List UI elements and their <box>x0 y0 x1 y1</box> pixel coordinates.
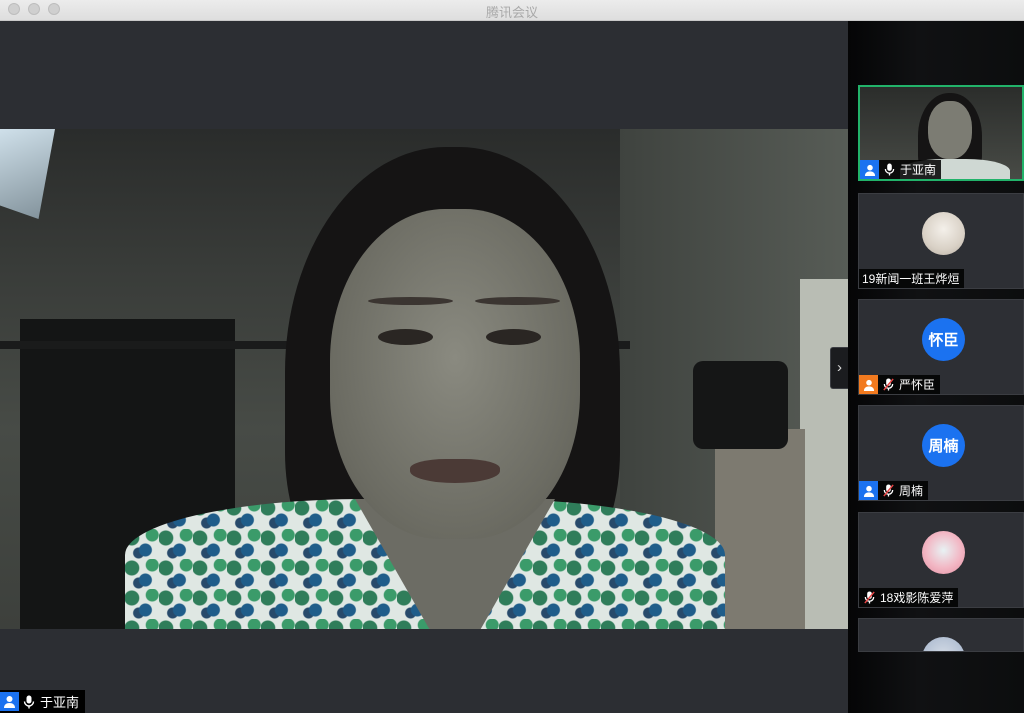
chevron-right-icon[interactable]: › <box>830 347 848 389</box>
user-icon <box>0 692 19 711</box>
user-icon <box>859 481 878 500</box>
main-speaker-label: 于亚南 <box>0 690 86 713</box>
participant-tile[interactable]: 19新闻一班王烨烜 <box>858 193 1024 289</box>
microphone-muted-icon <box>861 590 877 606</box>
microphone-muted-icon <box>880 483 896 499</box>
main-speaker-name: 于亚南 <box>40 695 80 710</box>
participant-tile[interactable]: 于亚南 <box>858 85 1024 181</box>
participant-name: 于亚南 <box>900 163 937 177</box>
participant-tile[interactable]: 怀臣 严怀臣 <box>858 299 1024 395</box>
participant-name: 18戏影陈爱萍 <box>880 591 954 605</box>
window-titlebar: 腾讯会议 <box>0 0 1024 21</box>
participant-tile[interactable]: 周楠 周楠 <box>858 405 1024 501</box>
avatar: 怀臣 <box>922 318 965 361</box>
main-speaker-video[interactable] <box>0 129 848 629</box>
participant-label: 周楠 <box>859 481 929 500</box>
microphone-muted-icon <box>880 377 896 393</box>
avatar <box>922 531 965 574</box>
avatar: 周楠 <box>922 424 965 467</box>
participant-label: 18戏影陈爱萍 <box>859 588 959 607</box>
participant-name: 19新闻一班王烨烜 <box>862 272 960 286</box>
microphone-icon <box>21 694 37 710</box>
window-title: 腾讯会议 <box>485 5 538 20</box>
avatar <box>922 637 965 651</box>
participant-tile[interactable]: 18戏影陈爱萍 <box>858 512 1024 608</box>
participant-name: 严怀臣 <box>899 378 936 392</box>
user-icon <box>860 160 879 179</box>
participant-name: 周楠 <box>899 484 924 498</box>
participant-label: 19新闻一班王烨烜 <box>859 269 965 288</box>
participant-label: 严怀臣 <box>859 375 941 394</box>
lamp-shape <box>0 129 55 219</box>
main-video-stage[interactable] <box>0 21 848 713</box>
user-icon <box>859 375 878 394</box>
microphone-icon <box>881 162 897 178</box>
participant-tile[interactable] <box>858 618 1024 652</box>
participant-label: 于亚南 <box>860 160 942 179</box>
avatar <box>922 212 965 255</box>
